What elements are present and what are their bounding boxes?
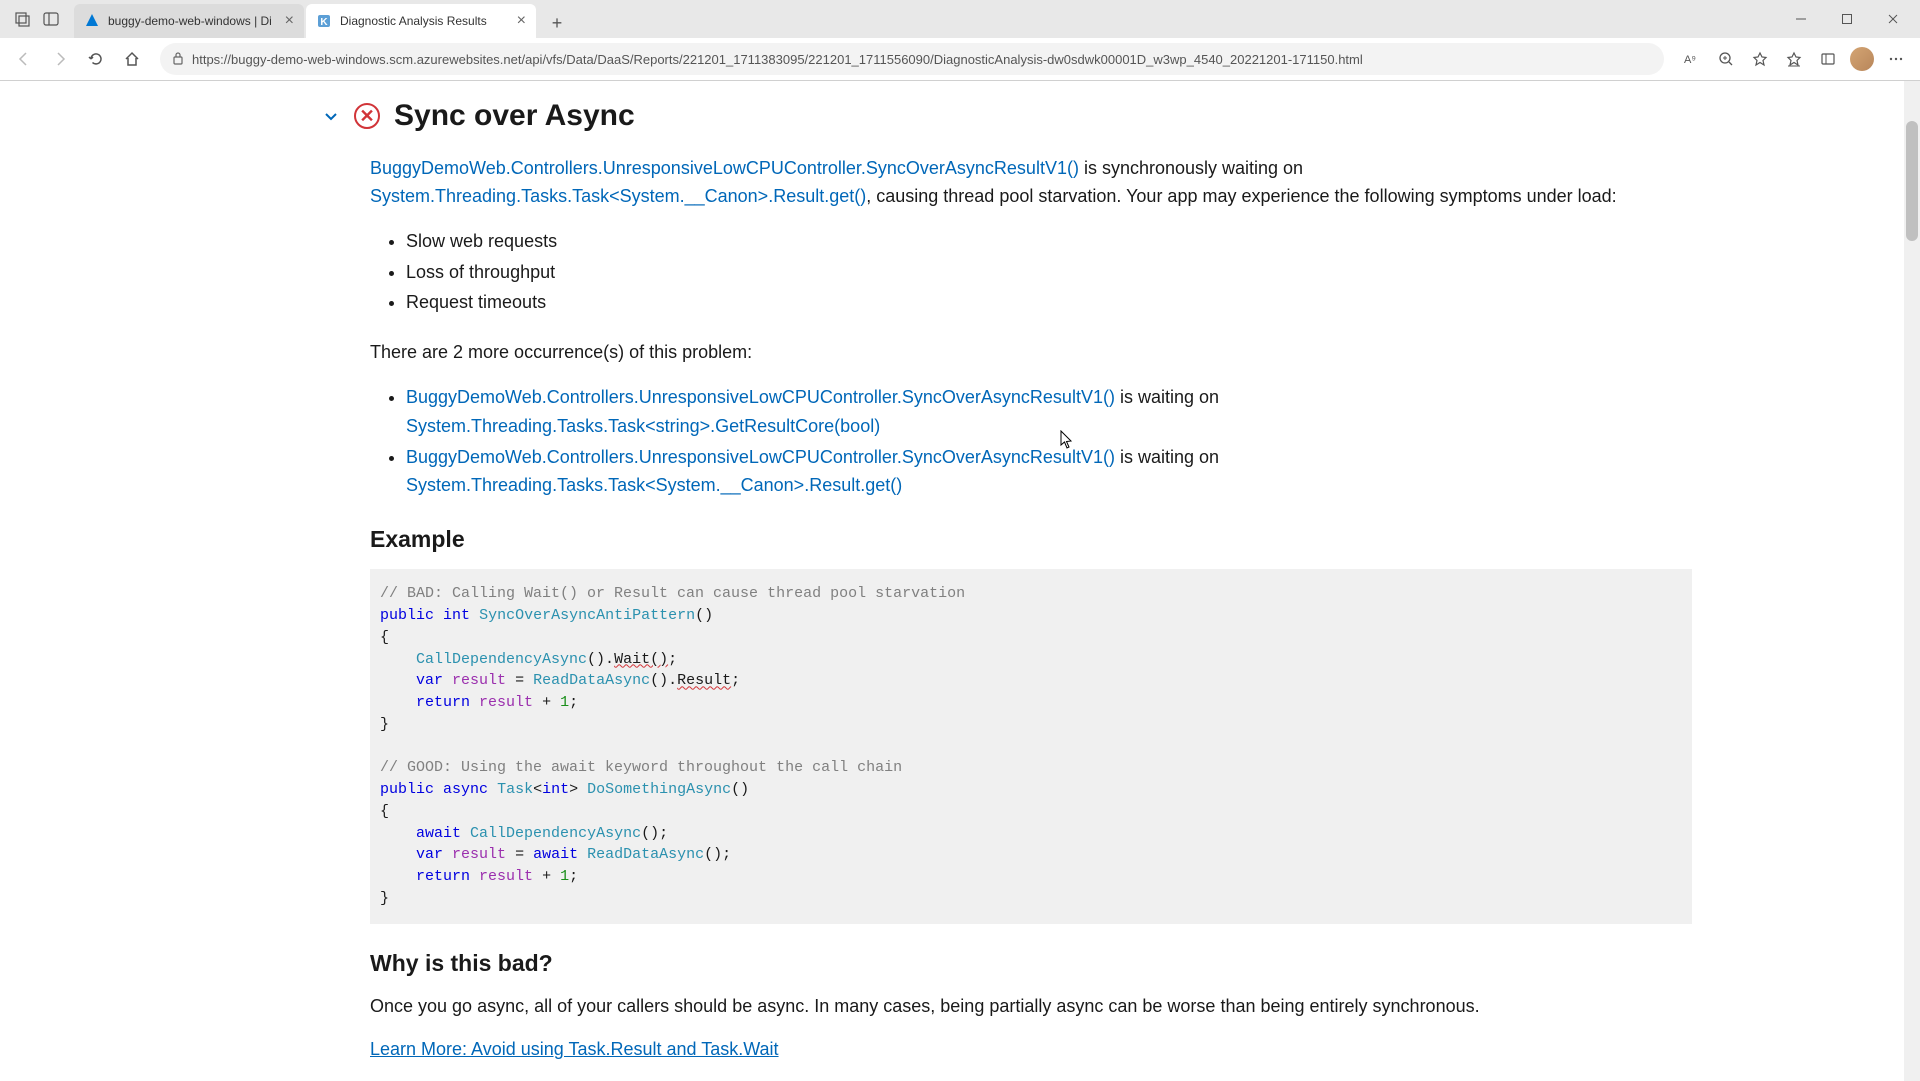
list-item: Request timeouts — [406, 288, 1692, 317]
minimize-button[interactable] — [1778, 3, 1824, 35]
profile-avatar[interactable] — [1846, 43, 1878, 75]
example-heading: Example — [370, 526, 1692, 553]
symptoms-list: Slow web requests Loss of throughput Req… — [406, 227, 1692, 317]
code-example: // BAD: Calling Wait() or Result can cau… — [370, 569, 1692, 923]
method-link[interactable]: System.Threading.Tasks.Task<System.__Can… — [370, 186, 866, 206]
menu-button[interactable] — [1880, 43, 1912, 75]
scrollbar-thumb[interactable] — [1906, 121, 1918, 241]
avatar — [1850, 47, 1874, 71]
chevron-down-icon[interactable] — [322, 107, 340, 125]
close-icon[interactable]: × — [285, 13, 294, 29]
report-content: ✕ Sync over Async BuggyDemoWeb.Controlle… — [180, 81, 1740, 1081]
tab-title: Diagnostic Analysis Results — [340, 14, 509, 28]
tab-title: buggy-demo-web-windows | Di — [108, 14, 277, 28]
home-button[interactable] — [116, 43, 148, 75]
section-header[interactable]: ✕ Sync over Async — [322, 99, 1692, 133]
learn-more-link[interactable]: Learn More: Avoid using Task.Result and … — [370, 1039, 779, 1059]
error-icon: ✕ — [354, 103, 380, 129]
method-link[interactable]: System.Threading.Tasks.Task<System.__Can… — [406, 475, 902, 495]
list-item: BuggyDemoWeb.Controllers.UnresponsiveLow… — [406, 383, 1692, 441]
why-text: Once you go async, all of your callers s… — [370, 993, 1692, 1021]
azure-favicon — [84, 13, 100, 29]
page-viewport: ✕ Sync over Async BuggyDemoWeb.Controlle… — [0, 81, 1920, 1081]
favorites-icon[interactable] — [1744, 43, 1776, 75]
tab-actions-icon[interactable] — [12, 8, 34, 30]
close-window-button[interactable] — [1870, 3, 1916, 35]
why-heading: Why is this bad? — [370, 950, 1692, 977]
forward-button[interactable] — [44, 43, 76, 75]
close-icon[interactable]: × — [517, 13, 526, 29]
address-bar: https://buggy-demo-web-windows.scm.azure… — [0, 38, 1920, 80]
vertical-scrollbar[interactable] — [1904, 81, 1920, 1081]
lock-icon — [172, 51, 184, 68]
favorites-bar-icon[interactable] — [1778, 43, 1810, 75]
new-tab-button[interactable]: + — [542, 8, 572, 38]
sidebar-icon[interactable] — [40, 8, 62, 30]
list-item: Slow web requests — [406, 227, 1692, 256]
svg-text:K: K — [320, 17, 328, 28]
intro-paragraph: BuggyDemoWeb.Controllers.UnresponsiveLow… — [370, 155, 1692, 211]
method-link[interactable]: System.Threading.Tasks.Task<string>.GetR… — [406, 416, 880, 436]
url-input[interactable]: https://buggy-demo-web-windows.scm.azure… — [160, 43, 1664, 75]
url-text: https://buggy-demo-web-windows.scm.azure… — [192, 52, 1363, 67]
browser-chrome: buggy-demo-web-windows | Di × K Diagnost… — [0, 0, 1920, 81]
method-link[interactable]: BuggyDemoWeb.Controllers.UnresponsiveLow… — [406, 387, 1115, 407]
method-link[interactable]: BuggyDemoWeb.Controllers.UnresponsiveLow… — [406, 447, 1115, 467]
more-occurrences-text: There are 2 more occurrence(s) of this p… — [370, 339, 1692, 367]
list-item: BuggyDemoWeb.Controllers.UnresponsiveLow… — [406, 443, 1692, 501]
occurrences-list: BuggyDemoWeb.Controllers.UnresponsiveLow… — [406, 383, 1692, 500]
collections-icon[interactable] — [1812, 43, 1844, 75]
zoom-icon[interactable] — [1710, 43, 1742, 75]
kudu-favicon: K — [316, 13, 332, 29]
method-link[interactable]: BuggyDemoWeb.Controllers.UnresponsiveLow… — [370, 158, 1079, 178]
back-button[interactable] — [8, 43, 40, 75]
refresh-button[interactable] — [80, 43, 112, 75]
svg-text:A⁹: A⁹ — [1684, 54, 1696, 66]
tab-inactive[interactable]: buggy-demo-web-windows | Di × — [74, 4, 304, 38]
tab-strip: buggy-demo-web-windows | Di × K Diagnost… — [74, 0, 572, 38]
titlebar: buggy-demo-web-windows | Di × K Diagnost… — [0, 0, 1920, 38]
section-title: Sync over Async — [394, 99, 635, 133]
read-aloud-icon[interactable]: A⁹ — [1676, 43, 1708, 75]
tab-active[interactable]: K Diagnostic Analysis Results × — [306, 4, 536, 38]
maximize-button[interactable] — [1824, 3, 1870, 35]
list-item: Loss of throughput — [406, 258, 1692, 287]
